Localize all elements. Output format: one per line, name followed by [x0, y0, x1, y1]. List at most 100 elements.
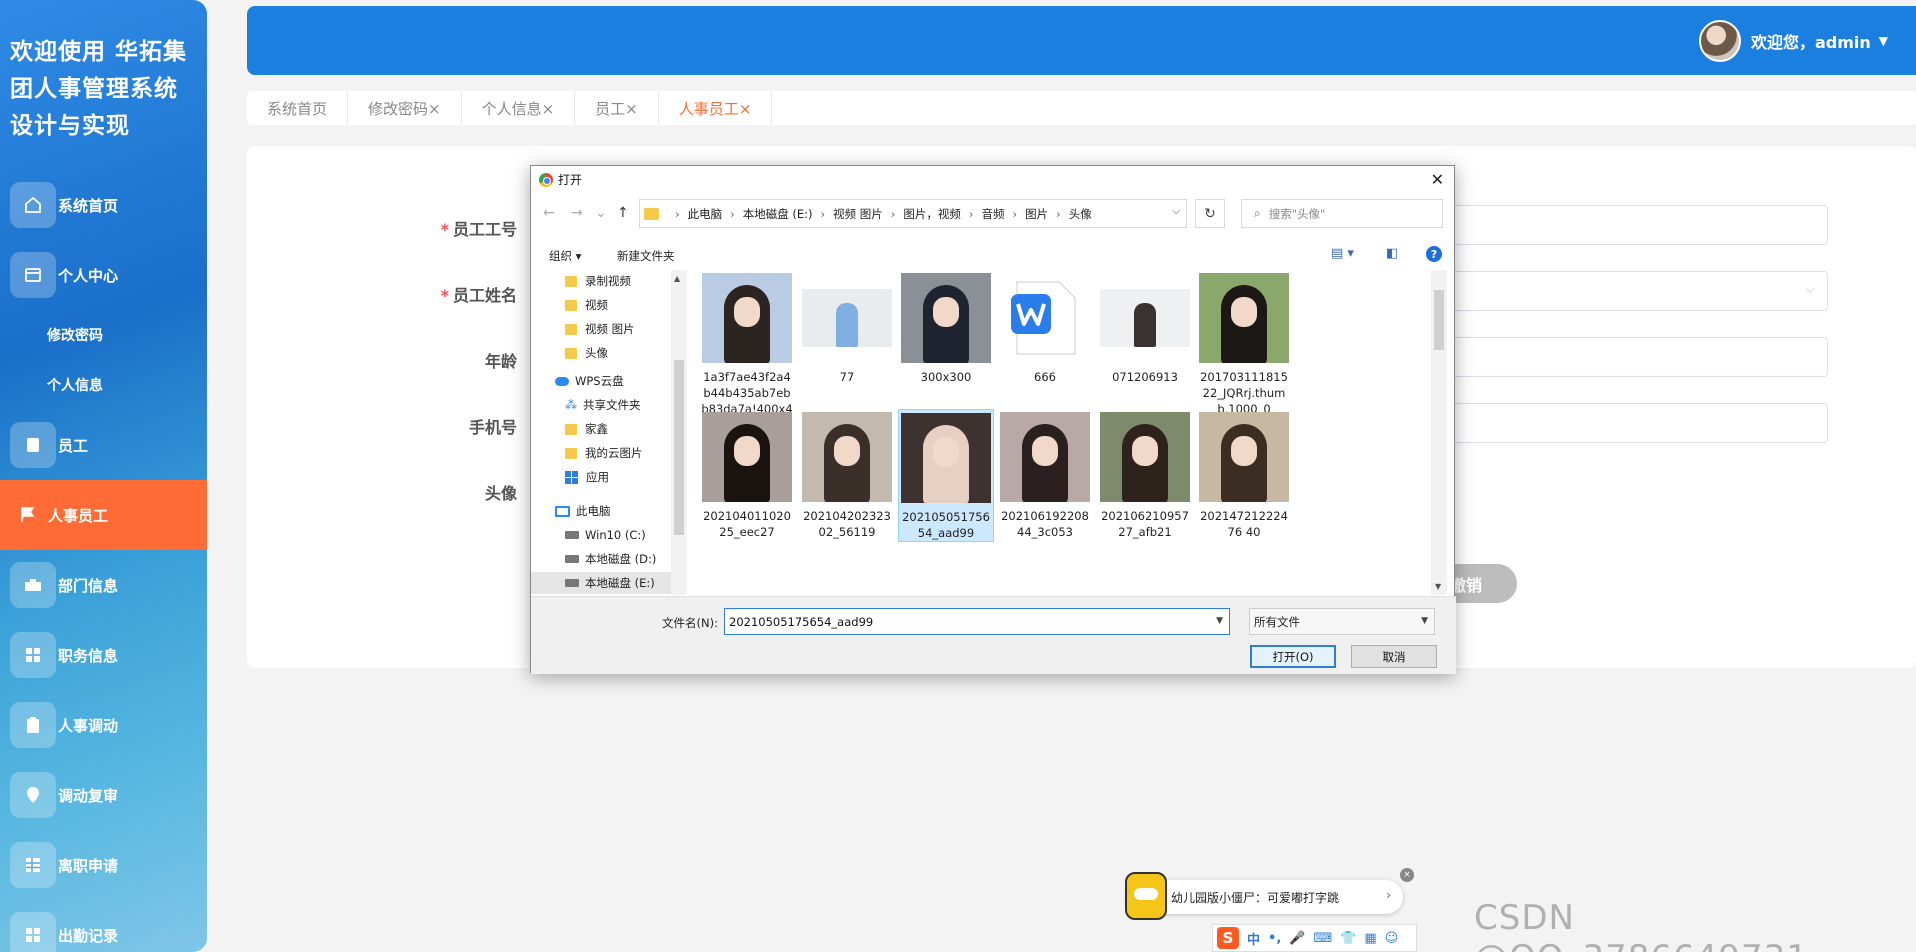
forward-arrow-icon[interactable]: → [571, 205, 583, 221]
breadcrumb-item[interactable]: 图片，视频 [903, 206, 961, 222]
cloud-icon [555, 376, 569, 386]
file-item[interactable]: 20170311181522_JQRrj.thumb.1000_0 [1196, 270, 1292, 417]
sidebar-item-hr-employee[interactable]: 人事员工 [0, 480, 207, 550]
open-button[interactable]: 打开(O) [1250, 645, 1336, 668]
file-item[interactable]: 20210619220844_3c053 [997, 409, 1093, 540]
sidebar-item-transfer-review[interactable]: 调动复审 [0, 760, 207, 830]
address-bar[interactable]: › 此电脑 › 本地磁盘 (E:) › 视频 图片 › 图片，视频 › 音频 › 图片 › … [639, 199, 1187, 228]
tab-change-password[interactable]: 修改密码× [348, 91, 462, 125]
sogou-logo-icon[interactable]: S [1217, 927, 1239, 949]
sidebar-item-employee[interactable]: 员工 [0, 410, 207, 480]
close-icon[interactable]: ✕ [1431, 170, 1444, 189]
sidebar-item-personal-center[interactable]: 个人中心 [0, 240, 207, 310]
tree-item[interactable]: WPS云盘 [555, 370, 624, 392]
chevron-right-icon[interactable]: › [1386, 888, 1391, 902]
phone-input[interactable] [1448, 403, 1828, 443]
breadcrumb-item[interactable]: 图片 [1025, 206, 1048, 222]
tree-item[interactable]: Win10 (C:) [565, 524, 646, 546]
sidebar-item-attendance[interactable]: 出勤记录 [0, 900, 207, 952]
tab-hr-employee[interactable]: 人事员工× [659, 91, 773, 125]
employee-no-input[interactable] [1448, 205, 1828, 245]
employee-name-select[interactable]: ⌵ [1448, 271, 1828, 311]
keyboard-icon[interactable]: ⌨ [1313, 931, 1332, 946]
tree-item[interactable]: 此电脑 [555, 500, 611, 522]
tab-personal-info[interactable]: 个人信息× [462, 91, 576, 125]
file-grid-scrollbar[interactable]: ▼ [1431, 270, 1447, 595]
user-menu[interactable]: 欢迎您，admin ▼ [1698, 20, 1888, 62]
punctuation-icon[interactable]: •, [1268, 931, 1281, 946]
breadcrumb-item[interactable]: 本地磁盘 (E:) [743, 206, 813, 222]
folder-icon [565, 299, 577, 311]
scrollbar-thumb[interactable] [674, 360, 684, 535]
file-item[interactable]: 666 [997, 270, 1093, 385]
tab-home[interactable]: 系统首页 [247, 91, 349, 125]
up-arrow-icon[interactable]: ↑ [617, 205, 629, 221]
breadcrumb-item[interactable]: 此电脑 [688, 206, 723, 222]
breadcrumb-item[interactable]: 头像 [1069, 206, 1092, 222]
filename-input[interactable]: 20210505175654_aad99 ▼ [724, 608, 1230, 635]
tree-item[interactable]: 视频 [565, 294, 608, 316]
tab-employee[interactable]: 员工× [575, 91, 659, 125]
close-icon[interactable]: × [1400, 868, 1414, 882]
chevron-down-icon[interactable]: ▼ [1216, 616, 1223, 626]
tree-item[interactable]: 视频 图片 [565, 318, 635, 340]
scroll-up-icon[interactable]: ▲ [674, 274, 680, 283]
tree-item[interactable]: 头像 [565, 342, 608, 364]
back-arrow-icon[interactable]: ← [543, 205, 555, 221]
sidebar-item-home[interactable]: 系统首页 [0, 170, 207, 240]
tree-item[interactable]: 本地磁盘 (E:) [531, 572, 671, 594]
file-item[interactable]: 20210420232302_56119 [799, 409, 895, 540]
sidebar-item-transfer[interactable]: 人事调动 [0, 690, 207, 760]
file-name: 77 [839, 370, 855, 384]
sidebar-item-resignation[interactable]: 离职申请 [0, 830, 207, 900]
refresh-icon[interactable]: ↻ [1195, 199, 1225, 228]
folder-icon [644, 207, 659, 220]
tree-item[interactable]: 本地磁盘 (D:) [565, 548, 656, 570]
sidebar-item-label: 部门信息 [58, 576, 119, 595]
dialog-cancel-button[interactable]: 取消 [1351, 645, 1437, 668]
file-item[interactable]: 20210505175654_aad99 [898, 409, 994, 542]
tree-item[interactable]: 家鑫 [565, 418, 608, 440]
file-item[interactable]: 20210621095727_afb21 [1097, 409, 1193, 540]
tree-item[interactable]: 应用 [565, 466, 609, 488]
tree-scrollbar[interactable]: ▲ [671, 270, 687, 595]
apps-icon [565, 470, 578, 484]
skin-icon[interactable]: 👕 [1340, 931, 1356, 946]
breadcrumb-item[interactable]: 视频 图片 [833, 206, 883, 222]
search-icon: ⌕ [1254, 206, 1261, 220]
new-folder-button[interactable]: 新建文件夹 [617, 248, 675, 264]
toolbox-icon[interactable]: ▦ [1364, 931, 1376, 946]
image-thumbnail [1000, 412, 1090, 502]
help-icon[interactable]: ? [1426, 246, 1442, 262]
ime-tip-bubble[interactable]: 幼儿园版小僵尸：可爱嘟打字跳 › [1127, 880, 1403, 914]
organize-menu[interactable]: 组织 ▾ [549, 248, 581, 264]
age-input[interactable] [1448, 337, 1828, 377]
emoji-icon[interactable]: ☺ [1385, 931, 1399, 946]
file-item[interactable]: 300x300 [898, 270, 994, 385]
recent-locations-icon[interactable]: ⌄ [595, 205, 607, 221]
file-item[interactable]: 20214721222476 40 [1196, 409, 1292, 540]
tree-item[interactable]: 我的云图片 [565, 442, 643, 464]
file-item[interactable]: 77 [799, 270, 895, 385]
preview-pane-icon[interactable]: ◧ [1386, 246, 1398, 261]
breadcrumb-item[interactable]: 音频 [981, 206, 1004, 222]
file-open-dialog: 打开 ✕ ← → ⌄ ↑ › 此电脑 › 本地磁盘 (E:) › 视频 图片 › 图片… [530, 165, 1456, 674]
search-input[interactable]: ⌕ 搜索"头像" [1241, 199, 1443, 228]
tree-item[interactable]: 录制视频 [565, 270, 631, 292]
scrollbar-thumb[interactable] [1434, 290, 1444, 350]
chevron-down-icon[interactable]: ⌵ [1172, 206, 1180, 217]
sidebar-item-department[interactable]: 部门信息 [0, 550, 207, 620]
tree-item[interactable]: ⁂ 共享文件夹 [565, 394, 641, 416]
sidebar-subitem-change-password[interactable]: 修改密码 [0, 310, 207, 360]
share-icon: ⁂ [565, 398, 577, 412]
filetype-select[interactable]: 所有文件 ▼ [1249, 608, 1435, 635]
sidebar: 欢迎使用 华拓集团人事管理系统设计与实现 系统首页 个人中心 修改密码 个人信息… [0, 0, 207, 952]
microphone-icon[interactable]: 🎤 [1289, 931, 1305, 946]
scroll-down-icon[interactable]: ▼ [1435, 582, 1441, 591]
view-options-icon[interactable]: ▤ ▾ [1331, 246, 1354, 261]
sidebar-subitem-personal-info[interactable]: 个人信息 [0, 360, 207, 410]
file-item[interactable]: 20210401102025_eec27 [699, 409, 795, 540]
ime-lang-toggle[interactable]: 中 [1247, 929, 1260, 948]
sidebar-item-position[interactable]: 职务信息 [0, 620, 207, 690]
file-item[interactable]: 071206913 [1097, 270, 1193, 385]
